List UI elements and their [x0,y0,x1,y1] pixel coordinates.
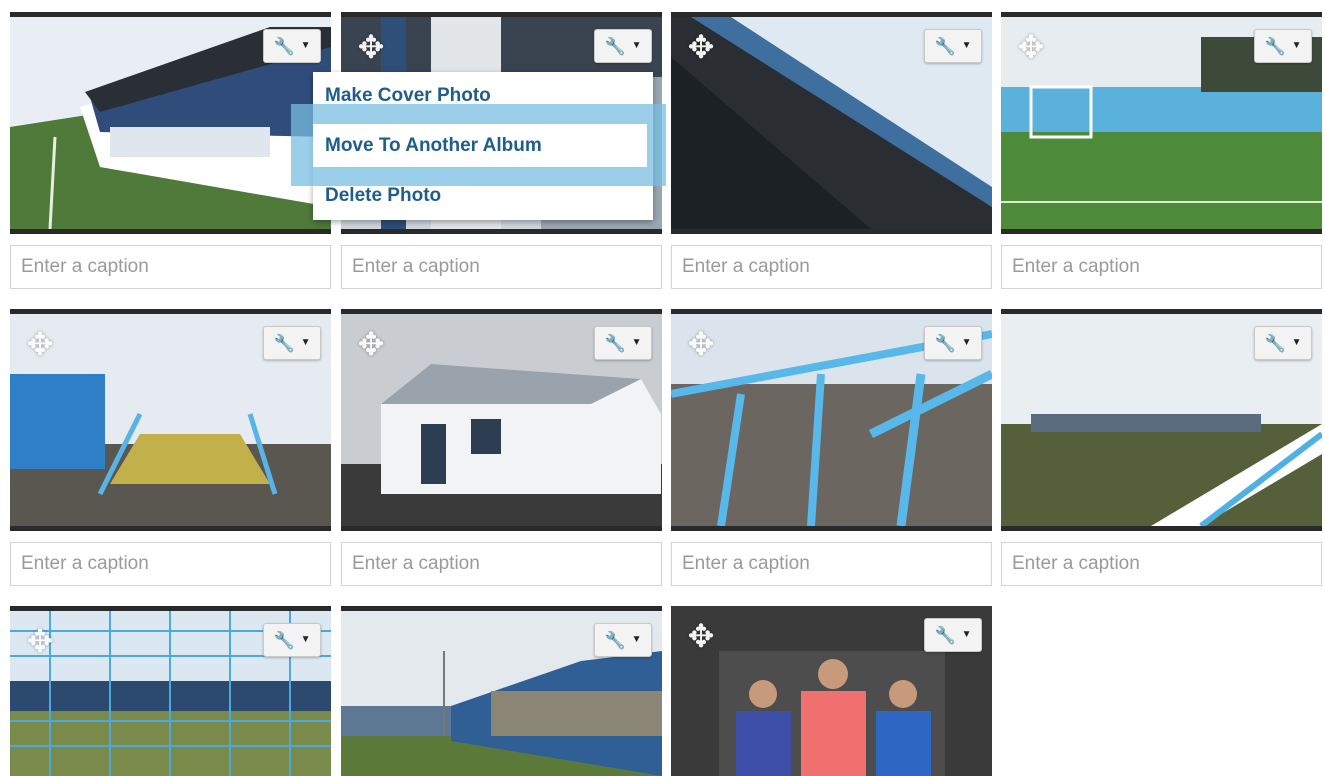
caret-down-icon: ▼ [631,337,642,348]
move-arrows-icon[interactable]: ✥ [22,326,58,362]
caption-input[interactable] [341,542,662,586]
photo-tools-button[interactable]: 🔧 ▼ [594,326,652,360]
photo-thumbnail[interactable]: 🔧 ▼ [341,606,662,776]
photo-thumbnail[interactable]: ✥ 🔧 ▼ [671,12,992,234]
photo-card: ✥ 🔧 ▼ [671,606,992,776]
photo-card: ✥ 🔧 ▼ [671,12,992,292]
photo-thumbnail[interactable]: ✥ 🔧 ▼ [10,309,331,531]
photo-thumbnail[interactable]: ✥ 🔧 ▼ [1001,12,1322,234]
photo-thumbnail[interactable]: ✥ 🔧 ▼ [671,606,992,776]
menu-item-move-to-another-album[interactable]: Move To Another Album [313,124,647,167]
photo-tools-button[interactable]: 🔧 ▼ [924,29,982,63]
move-arrows-icon[interactable]: ✥ [22,623,58,659]
wrench-icon: 🔧 [273,333,295,353]
wrench-icon: 🔧 [604,630,626,650]
caret-down-icon: ▼ [631,40,642,51]
caret-down-icon: ▼ [961,629,972,640]
caption-input[interactable] [10,245,331,289]
photo-tools-button[interactable]: 🔧 ▼ [1254,29,1312,63]
photo-tools-button[interactable]: 🔧 ▼ [924,618,982,652]
wrench-icon: 🔧 [273,36,295,56]
photo-thumbnail[interactable]: ✥ 🔧 ▼ [671,309,992,531]
caption-input[interactable] [10,542,331,586]
caret-down-icon: ▼ [1291,337,1302,348]
wrench-icon: 🔧 [934,36,956,56]
wrench-icon: 🔧 [604,333,626,353]
wrench-icon: 🔧 [604,36,626,56]
move-arrows-icon[interactable]: ✥ [1013,29,1049,65]
move-arrows-icon[interactable]: ✥ [683,326,719,362]
photo-tools-button[interactable]: 🔧 ▼ [263,29,321,63]
photo-card: 🔧 ▼ [341,606,662,776]
photo-tools-button[interactable]: 🔧 ▼ [263,623,321,657]
caption-input[interactable] [671,245,992,289]
photo-thumbnail[interactable]: 🔧 ▼ [1001,309,1322,531]
photo-tools-button[interactable]: 🔧 ▼ [594,29,652,63]
photo-thumbnail[interactable]: ✥ 🔧 ▼ [10,606,331,776]
photo-thumbnail[interactable]: 🔧 ▼ [10,12,331,234]
photo-card: ✥ 🔧 ▼ [341,309,662,589]
photo-card: ✥ 🔧 ▼ [10,606,331,776]
wrench-icon: 🔧 [934,333,956,353]
wrench-icon: 🔧 [1264,36,1286,56]
move-arrows-icon[interactable]: ✥ [683,29,719,65]
photo-card: 🔧 ▼ [10,12,331,292]
wrench-icon: 🔧 [1264,333,1286,353]
photo-card: ✥ 🔧 ▼ [1001,12,1322,292]
move-arrows-icon[interactable]: ✥ [683,618,719,654]
caret-down-icon: ▼ [300,634,311,645]
photo-tools-button[interactable]: 🔧 ▼ [1254,326,1312,360]
caret-down-icon: ▼ [300,40,311,51]
wrench-icon: 🔧 [934,625,956,645]
photo-tools-button[interactable]: 🔧 ▼ [263,326,321,360]
caret-down-icon: ▼ [961,40,972,51]
caret-down-icon: ▼ [1291,40,1302,51]
caret-down-icon: ▼ [961,337,972,348]
move-arrows-icon[interactable]: ✥ [353,326,389,362]
photo-tools-button[interactable]: 🔧 ▼ [924,326,982,360]
photo-tools-button[interactable]: 🔧 ▼ [594,623,652,657]
caption-input[interactable] [671,542,992,586]
caret-down-icon: ▼ [631,634,642,645]
photo-card: 🔧 ▼ [1001,309,1322,589]
caret-down-icon: ▼ [300,337,311,348]
photo-card: ✥ 🔧 ▼ [10,309,331,589]
wrench-icon: 🔧 [273,630,295,650]
caption-input[interactable] [1001,542,1322,586]
caption-input[interactable] [341,245,662,289]
caption-input[interactable] [1001,245,1322,289]
photo-thumbnail[interactable]: ✥ 🔧 ▼ [341,309,662,531]
move-arrows-icon[interactable]: ✥ [353,29,389,65]
photo-card: ✥ 🔧 ▼ [671,309,992,589]
